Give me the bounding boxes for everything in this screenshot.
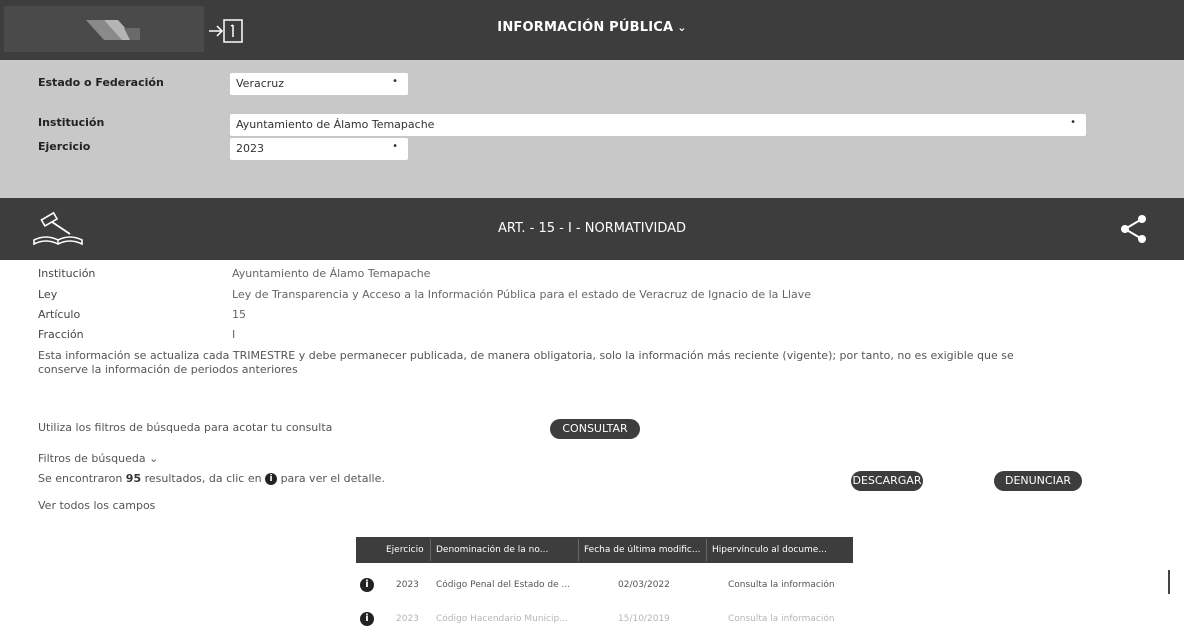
column-header-hipervinculo[interactable]: Hipervínculo al docume...: [712, 545, 850, 555]
cell-denominacion: Código Hacendario Municip...: [436, 614, 568, 624]
institucion-select[interactable]: Ayuntamiento de Álamo Temapache •: [230, 114, 1086, 136]
table-header: Ejercicio Denominación de la no... Fecha…: [356, 537, 853, 563]
chevron-down-icon: ⌄: [149, 452, 159, 465]
cell-denominacion: Código Penal del Estado de ...: [436, 580, 571, 590]
detail-fraccion-label: Fracción: [38, 328, 84, 341]
top-bar: INFORMACIÓN PÚBLICA ⌄: [0, 0, 1184, 60]
column-divider: [430, 539, 431, 561]
cell-ejercicio: 2023: [396, 580, 419, 590]
column-divider: [706, 539, 707, 561]
column-divider: [578, 539, 579, 561]
cell-fecha: 15/10/2019: [618, 614, 670, 624]
update-note: Esta información se actualiza cada TRIME…: [38, 349, 1014, 376]
results-summary: Se encontraron 95 resultados, da clic en…: [38, 472, 385, 485]
results-prefix: Se encontraron: [38, 472, 123, 485]
results-middle: resultados, da clic en: [144, 472, 262, 485]
ejercicio-label: Ejercicio: [38, 140, 91, 153]
table-row: i 2023 Código Hacendario Municip... 15/1…: [356, 607, 853, 633]
info-icon[interactable]: i: [360, 612, 374, 626]
chevron-down-icon: ⌄: [677, 21, 687, 34]
filters-panel: Estado o Federación Veracruz • Instituci…: [0, 60, 1184, 198]
cell-hipervinculo-link[interactable]: Consulta la información: [728, 614, 835, 624]
select-caret-icon: •: [1070, 117, 1076, 128]
search-filters-label: Filtros de búsqueda: [38, 452, 146, 465]
institucion-label: Institución: [38, 116, 105, 129]
see-all-fields-link[interactable]: Ver todos los campos: [38, 499, 155, 512]
estado-label: Estado o Federación: [38, 76, 164, 89]
detail-fraccion-value: I: [232, 328, 236, 341]
cell-fecha: 02/03/2022: [618, 580, 670, 590]
search-hint: Utiliza los filtros de búsqueda para aco…: [38, 421, 333, 434]
article-bar: ART. - 15 - I - NORMATIVIDAD: [0, 198, 1184, 260]
ejercicio-select[interactable]: 2023 •: [230, 138, 408, 160]
share-icon[interactable]: [1120, 214, 1148, 244]
cell-ejercicio: 2023: [396, 614, 419, 624]
results-count: 95: [125, 472, 142, 485]
detail-institucion-label: Institución: [38, 267, 96, 280]
detail-articulo-label: Artículo: [38, 308, 81, 321]
estado-select[interactable]: Veracruz •: [230, 73, 408, 95]
column-header-ejercicio[interactable]: Ejercicio: [386, 545, 430, 555]
info-icon[interactable]: i: [360, 578, 374, 592]
info-icon: i: [265, 473, 278, 485]
table-row: i 2023 Código Penal del Estado de ... 02…: [356, 573, 853, 599]
report-button[interactable]: DENUNCIAR: [994, 471, 1082, 491]
scrollbar-thumb[interactable]: [1168, 570, 1170, 594]
institucion-select-value: Ayuntamiento de Álamo Temapache: [236, 118, 435, 131]
select-caret-icon: •: [392, 76, 398, 87]
consult-button[interactable]: CONSULTAR: [550, 419, 640, 439]
detail-institucion-value: Ayuntamiento de Álamo Temapache: [232, 267, 431, 280]
search-filters-toggle[interactable]: Filtros de búsqueda ⌄: [38, 452, 158, 465]
ejercicio-select-value: 2023: [236, 142, 264, 155]
download-button[interactable]: DESCARGAR: [851, 471, 923, 491]
menu-title: INFORMACIÓN PÚBLICA: [497, 20, 674, 35]
column-header-denominacion[interactable]: Denominación de la no...: [436, 545, 576, 555]
detail-ley-value: Ley de Transparencia y Acceso a la Infor…: [232, 288, 812, 301]
public-info-menu[interactable]: INFORMACIÓN PÚBLICA ⌄: [0, 20, 1184, 35]
results-suffix: para ver el detalle.: [280, 472, 385, 485]
cell-hipervinculo-link[interactable]: Consulta la información: [728, 580, 835, 590]
article-title: ART. - 15 - I - NORMATIVIDAD: [497, 221, 687, 236]
select-caret-icon: •: [392, 141, 398, 152]
estado-select-value: Veracruz: [236, 77, 285, 90]
detail-ley-label: Ley: [38, 288, 58, 301]
detail-articulo-value: 15: [232, 308, 246, 321]
column-header-fecha[interactable]: Fecha de última modific...: [584, 545, 704, 555]
